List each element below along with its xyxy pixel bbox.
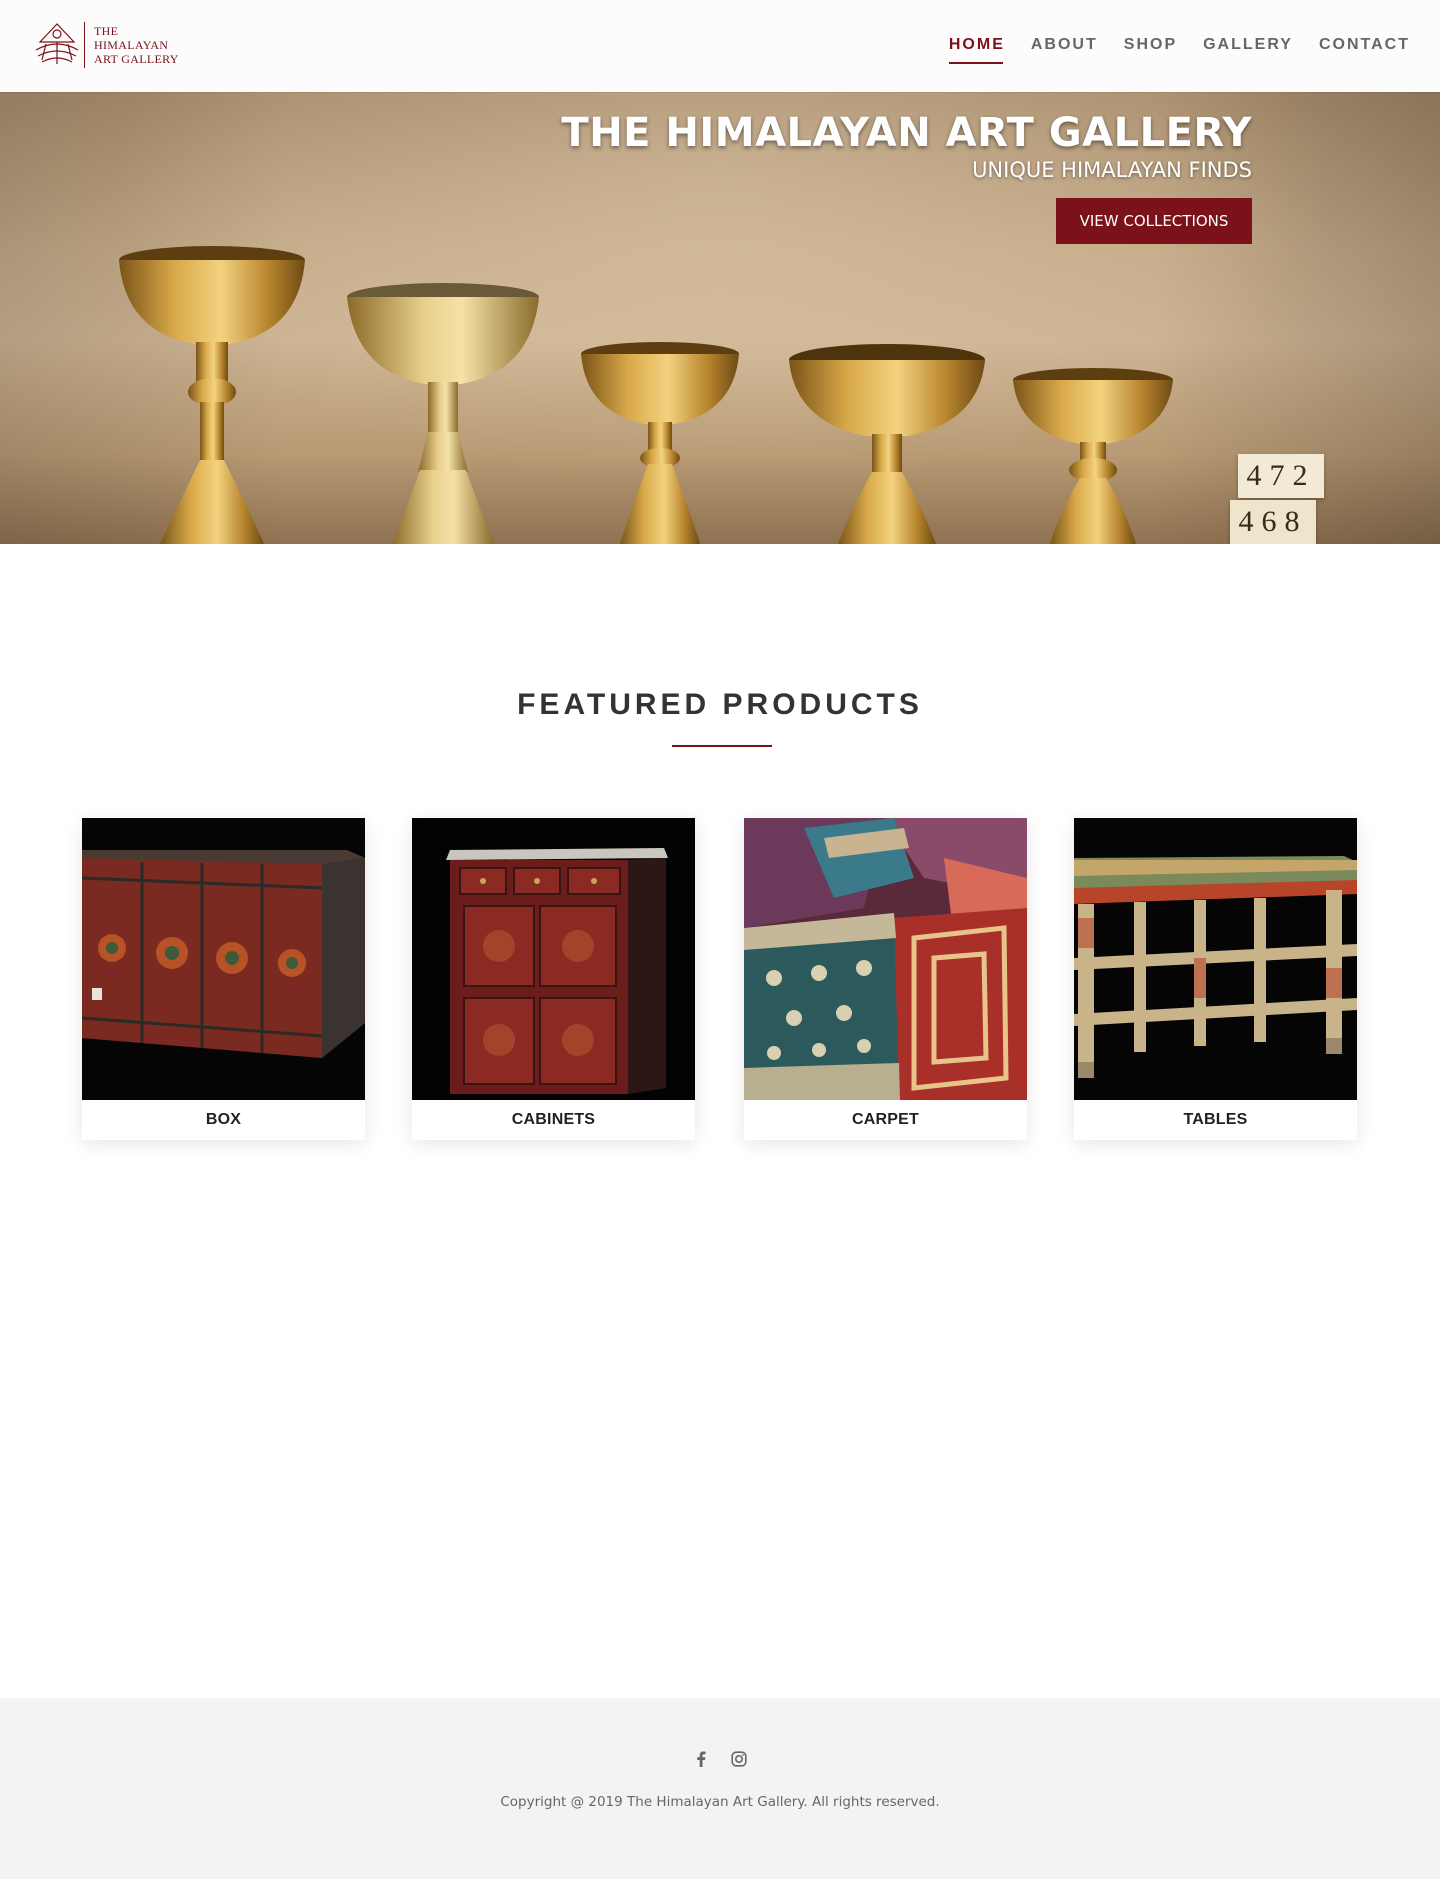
hero-subtitle: UNIQUE HIMALAYAN FINDS [972,158,1252,182]
social-links [0,1750,1440,1768]
product-card-cabinets[interactable]: CABINETS [412,818,695,1140]
lamp-4 [789,344,985,544]
product-image-carpet [744,818,1027,1100]
logo-line-3: ART GALLERY [94,52,179,66]
copyright-text: Copyright @ 2019 The Himalayan Art Galle… [500,1794,940,1810]
red-cabinet-image [412,818,695,1100]
site-header: THE HIMALAYAN ART GALLERY HOME ABOUT SHO… [0,0,1440,92]
site-footer: Copyright @ 2019 The Himalayan Art Galle… [0,1698,1440,1879]
product-card-tables[interactable]: TABLES [1074,818,1357,1140]
product-label-box: BOX [205,1111,242,1128]
nav-shop[interactable]: SHOP [1124,36,1177,64]
logo-line-1: THE [94,24,119,38]
featured-products-heading: FEATURED PRODUCTS [517,688,923,721]
mandala-logo-icon [35,23,79,64]
number-tag-468: 468 [1230,500,1316,544]
nav-home[interactable]: HOME [948,36,1005,64]
logo-line-2: HIMALAYAN [94,38,169,52]
product-card-carpet[interactable]: CARPET [744,818,1027,1140]
hero-banner: 472 468 THE HIMALAYAN ART GALLERY UNIQUE… [0,92,1440,544]
product-label-carpet: CARPET [852,1111,919,1128]
view-collections-button[interactable]: VIEW COLLECTIONS [1056,198,1252,244]
catalog-number-tags: 472 468 [1230,454,1324,544]
product-image-box [82,818,365,1100]
number-tag-472: 472 [1238,454,1324,498]
product-image-tables [1074,818,1357,1100]
painted-chest-image [82,818,365,1100]
logo-text: THE HIMALAYAN ART GALLERY [94,24,179,66]
product-image-cabinets [412,818,695,1100]
nav-gallery[interactable]: GALLERY [1203,36,1293,64]
nav-about[interactable]: ABOUT [1031,36,1098,64]
lamp-2 [347,283,539,544]
heading-underline [672,745,772,747]
hero-title: THE HIMALAYAN ART GALLERY [561,110,1252,156]
lamp-1 [119,246,305,544]
lamp-3 [581,342,739,544]
site-logo[interactable]: THE HIMALAYAN ART GALLERY [32,20,182,72]
product-label-tables: TABLES [1183,1111,1248,1128]
product-label-cabinets: CABINETS [511,1111,596,1128]
tibetan-carpet-image [744,818,1027,1100]
logo-divider [84,22,85,68]
instagram-icon[interactable] [731,1750,747,1768]
main-nav: HOME ABOUT SHOP GALLERY CONTACT [948,36,1410,64]
nav-contact[interactable]: CONTACT [1319,36,1410,64]
product-card-box[interactable]: BOX [82,818,365,1140]
facebook-icon[interactable] [693,1750,709,1768]
painted-table-image [1074,818,1357,1100]
lamp-5 [1013,368,1173,544]
